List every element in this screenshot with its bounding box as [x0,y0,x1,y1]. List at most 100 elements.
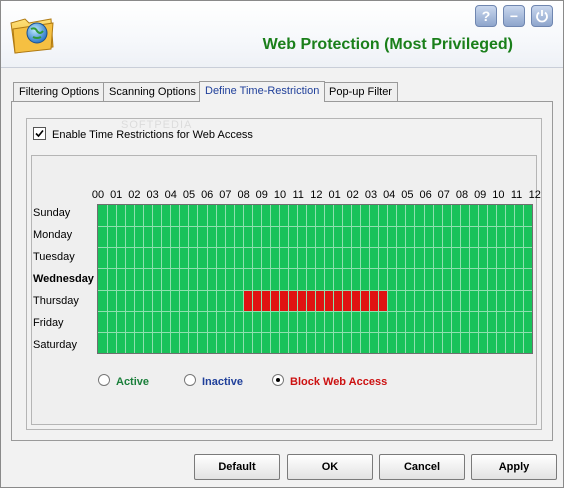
hour-label: 12 [528,189,541,201]
grid-column-line [396,205,398,353]
hour-label: 11 [292,189,304,201]
mode-inactive-option[interactable]: Inactive [184,374,243,388]
mode-block-label: Block Web Access [290,376,388,388]
grid-column-line [360,205,362,353]
grid-column-line [188,205,190,353]
web-protection-window: ? − Web Protection (Most Privileged) Fil… [0,0,564,488]
mode-active-radio[interactable] [98,374,110,386]
grid-column-line [305,205,307,353]
hour-label: 12 [310,189,323,201]
grid-column-line [423,205,425,353]
grid-column-line [468,205,470,353]
grid-column-line [161,205,163,353]
grid-row-line [98,289,532,291]
grid-row-line [98,331,532,333]
minimize-button[interactable]: − [503,5,525,27]
grid-column-line [387,205,389,353]
day-label: Saturday [33,339,78,351]
grid-column-line [450,205,452,353]
grid-column-line [504,205,506,353]
day-label: Monday [33,229,73,241]
grid-column-line [414,205,416,353]
hour-label: 04 [383,189,396,201]
hour-label: 06 [201,189,214,201]
mode-inactive-label: Inactive [202,376,243,388]
time-grid[interactable] [97,204,533,354]
grid-column-line [269,205,271,353]
grid-column-line [251,205,253,353]
help-button[interactable]: ? [475,5,497,27]
grid-row-line [98,226,532,228]
grid-column-line [215,205,217,353]
folder-globe-logo-icon [7,9,57,57]
tab-filtering-options[interactable]: Filtering Options [13,82,106,101]
grid-column-line [224,205,226,353]
enable-restriction-checkbox[interactable] [33,127,46,140]
grid-column-line [116,205,118,353]
day-label: Wednesday [33,273,94,285]
hour-label: 10 [492,189,505,201]
day-label: Sunday [33,207,71,219]
header-bar: ? − Web Protection (Most Privileged) [1,1,563,68]
grid-column-line [233,205,235,353]
checkmark-icon [35,129,44,138]
grid-column-line [441,205,443,353]
hour-label: 02 [346,189,359,201]
tab-popup-filter[interactable]: Pop-up Filter [323,82,398,101]
hour-label: 03 [146,189,159,201]
grid-column-line [125,205,127,353]
hour-label: 06 [419,189,432,201]
apply-button[interactable]: Apply [471,454,557,480]
grid-column-line [315,205,316,353]
hour-label: 09 [474,189,487,201]
hour-label: 08 [455,189,469,201]
grid-column-line [278,205,280,353]
cancel-button[interactable]: Cancel [379,454,465,480]
grid-column-line [170,205,172,353]
power-icon [536,10,548,23]
grid-row-line [98,310,532,312]
grid-column-line [477,205,479,353]
hour-label: 11 [510,189,523,201]
tab-define-time-restriction[interactable]: Define Time-Restriction [199,81,326,102]
default-button[interactable]: Default [194,454,280,480]
mode-block-radio[interactable] [272,374,284,386]
mode-inactive-radio[interactable] [184,374,196,386]
hour-label: 05 [401,189,414,201]
grid-column-line [143,205,145,353]
mode-active-label: Active [116,376,150,388]
grid-column-line [486,205,488,353]
ok-button[interactable]: OK [287,454,373,480]
window-title: Web Protection (Most Privileged) [262,36,513,53]
grid-column-line [351,205,353,353]
grid-column-line [405,205,407,353]
hour-label: 04 [164,189,177,201]
grid-column-line [522,205,524,353]
radio-selected-dot [276,378,280,382]
grid-column-line [260,205,262,353]
hour-label: 02 [128,189,141,201]
grid-column-line [333,205,335,353]
mode-block-option[interactable]: Block Web Access [272,374,387,388]
grid-column-line [342,205,344,353]
hour-label: 00 [91,189,105,201]
hour-label: 07 [437,189,450,201]
tab-scanning-options[interactable]: Scanning Options [103,82,202,101]
grid-column-line [134,205,136,353]
hour-label: 09 [255,189,268,201]
grid-column-line [107,205,109,353]
grid-column-line [432,205,434,353]
hour-label: 01 [110,189,123,201]
grid-column-line [179,205,181,353]
power-button[interactable] [531,5,553,27]
grid-column-line [242,205,244,353]
day-label: Tuesday [33,251,75,263]
grid-column-line [378,205,380,353]
mode-active-option[interactable]: Active [98,374,149,388]
grid-column-line [369,205,371,353]
hour-label: 08 [237,189,250,201]
day-label: Thursday [33,295,79,307]
grid-row-line [98,247,532,249]
grid-column-line [324,205,326,353]
grid-column-line [152,205,154,353]
